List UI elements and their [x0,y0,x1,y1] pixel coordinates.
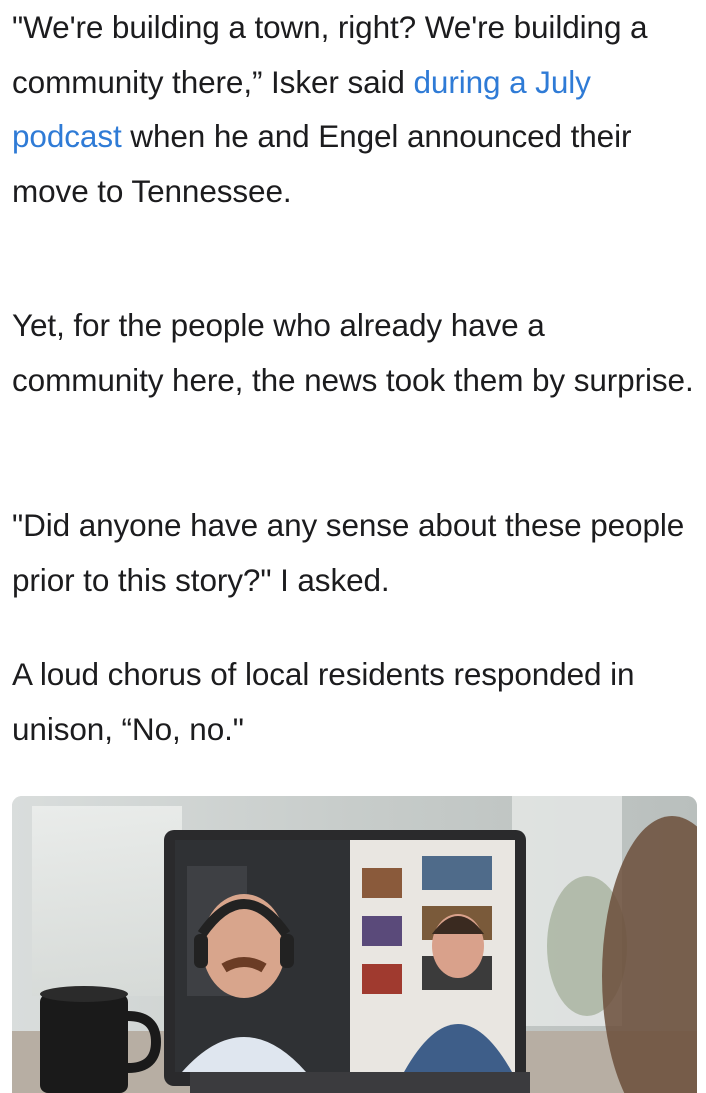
paragraph-1: "We're building a town, right? We're bui… [12,0,702,218]
paragraph-3: "Did anyone have any sense about these p… [12,507,685,598]
paragraph-4: A loud chorus of local residents respond… [12,656,635,747]
paragraph-2: Yet, for the people who already have a c… [12,307,694,398]
laptop-icon [164,830,530,1093]
photo-illustration [12,796,697,1093]
article-photo [12,796,697,1093]
